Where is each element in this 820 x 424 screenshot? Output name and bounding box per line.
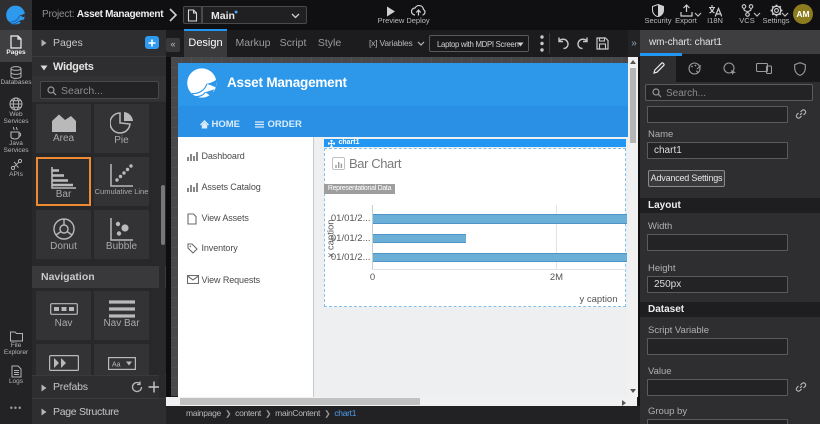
svg-text:Aa: Aa — [112, 362, 121, 369]
